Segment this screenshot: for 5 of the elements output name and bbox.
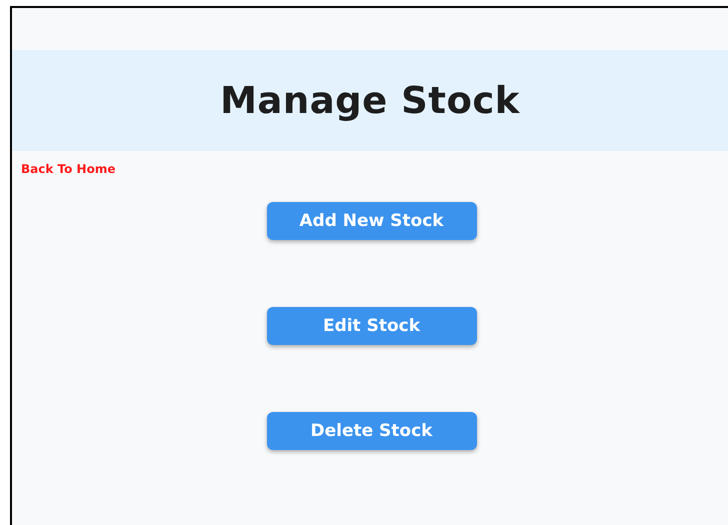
action-button[interactable]: Delete Stock <box>266 412 476 450</box>
back-to-home-link[interactable]: Back To Home <box>21 162 116 176</box>
action-button[interactable]: Add New Stock <box>266 202 476 240</box>
page-title: Manage Stock <box>220 79 520 122</box>
action-button[interactable]: Edit Stock <box>266 307 476 345</box>
